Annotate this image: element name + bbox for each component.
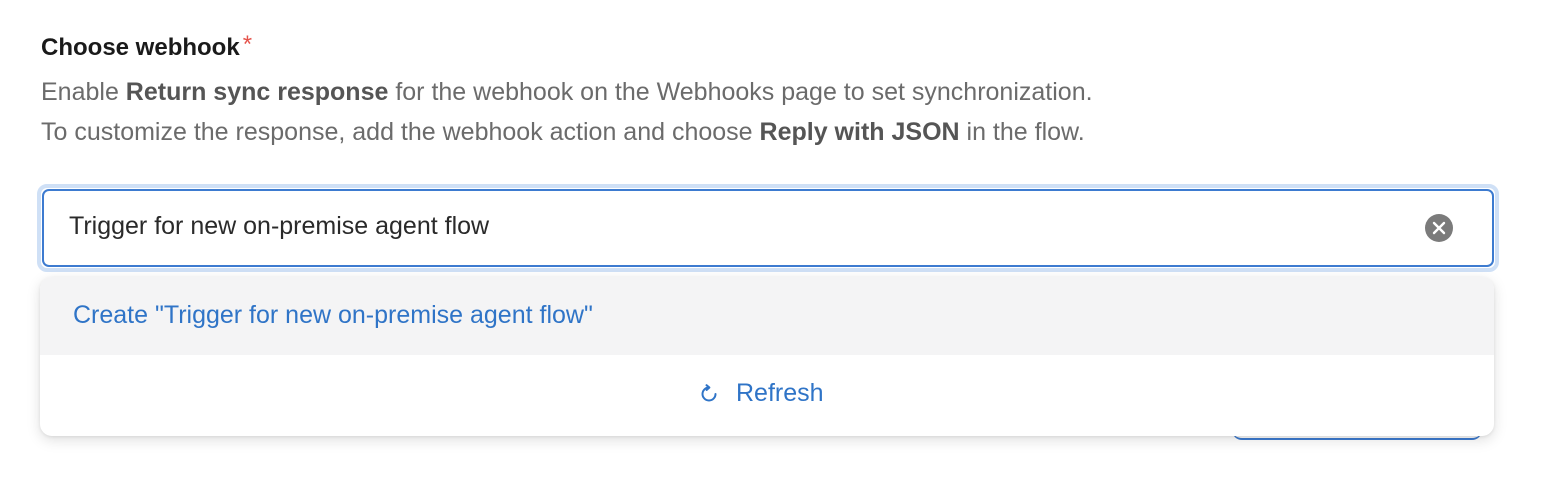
webhook-input-box [42, 189, 1494, 267]
field-label: Choose webhook * [41, 31, 253, 62]
help-text-line-2: To customize the response, add the webho… [41, 118, 1085, 147]
help-1-post: for the webhook on the Webhooks page to … [388, 78, 1093, 106]
refresh-button[interactable]: Refresh [40, 355, 1494, 436]
help-2-post: in the flow. [959, 118, 1085, 146]
webhook-form: Choose webhook * Enable Return sync respo… [0, 0, 1556, 502]
help-1-bold: Return sync response [125, 78, 389, 106]
refresh-label: Refresh [736, 379, 824, 407]
refresh-content: Refresh [698, 379, 824, 408]
required-indicator: * [242, 31, 253, 58]
clear-icon[interactable] [1424, 213, 1454, 243]
refresh-icon [698, 383, 720, 405]
field-label-text: Choose webhook [41, 34, 240, 61]
help-2-pre: To customize the response, add the webho… [41, 118, 760, 146]
webhook-dropdown: Create "Trigger for new on-premise agent… [40, 277, 1494, 436]
help-1-pre: Enable [41, 78, 126, 106]
create-webhook-option-label: Create "Trigger for new on-premise agent… [73, 301, 593, 329]
webhook-search-input[interactable] [69, 212, 1369, 241]
help-2-bold: Reply with JSON [759, 118, 960, 146]
help-text-line-1: Enable Return sync response for the webh… [41, 78, 1093, 107]
webhook-combobox [37, 184, 1499, 272]
create-webhook-option[interactable]: Create "Trigger for new on-premise agent… [40, 277, 1494, 355]
